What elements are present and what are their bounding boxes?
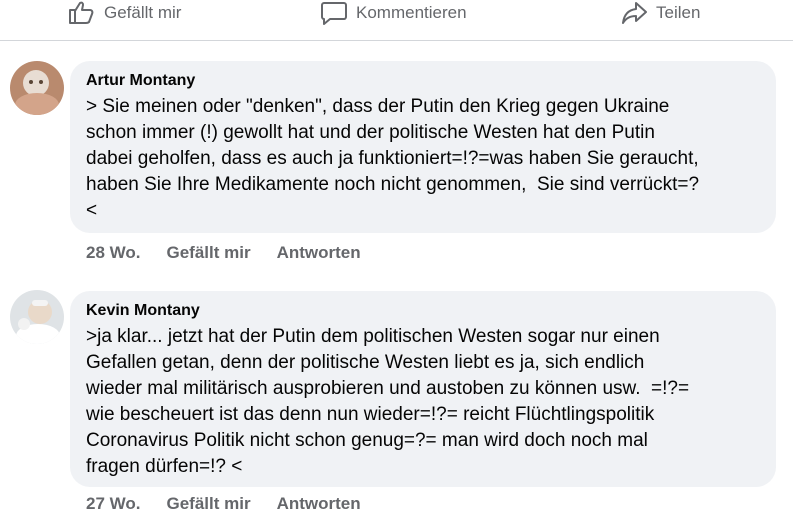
thumbs-up-icon	[68, 1, 96, 25]
comment-like-link[interactable]: Gefällt mir	[166, 494, 250, 514]
comment-author[interactable]: Artur Montany	[86, 71, 760, 90]
comment-timestamp[interactable]: 28 Wo.	[86, 243, 140, 263]
like-label: Gefällt mir	[104, 3, 182, 22]
profile-photo-icon	[10, 61, 64, 115]
share-label: Teilen	[656, 3, 701, 22]
comment-label: Kommentieren	[356, 3, 467, 22]
comment-bubble: Kevin Montany >ja klar... jetzt hat der …	[70, 291, 776, 487]
comment-text: > Sie meinen oder "denken", dass der Put…	[86, 96, 700, 221]
share-button[interactable]: Teilen	[620, 0, 700, 26]
comment-reply-link[interactable]: Antworten	[277, 243, 361, 263]
profile-photo-icon	[10, 290, 64, 344]
comment-reply-link[interactable]: Antworten	[277, 494, 361, 514]
comment-author[interactable]: Kevin Montany	[86, 301, 760, 320]
comment-meta: 28 Wo. Gefällt mir Antworten	[86, 243, 361, 263]
comment-meta: 27 Wo. Gefällt mir Antworten	[86, 494, 361, 514]
post-action-bar: Gefällt mir Kommentieren Teilen	[0, 0, 793, 41]
share-arrow-icon	[620, 1, 648, 25]
like-button[interactable]: Gefällt mir	[68, 0, 181, 26]
comment-like-link[interactable]: Gefällt mir	[166, 243, 250, 263]
comment-text: >ja klar... jetzt hat der Putin dem poli…	[86, 326, 690, 477]
comment-timestamp[interactable]: 27 Wo.	[86, 494, 140, 514]
comment-bubble: Artur Montany > Sie meinen oder "denken"…	[70, 61, 776, 233]
avatar[interactable]	[10, 290, 64, 344]
comment-button[interactable]: Kommentieren	[320, 0, 467, 26]
avatar[interactable]	[10, 61, 64, 115]
comment-bubble-icon	[320, 1, 348, 25]
